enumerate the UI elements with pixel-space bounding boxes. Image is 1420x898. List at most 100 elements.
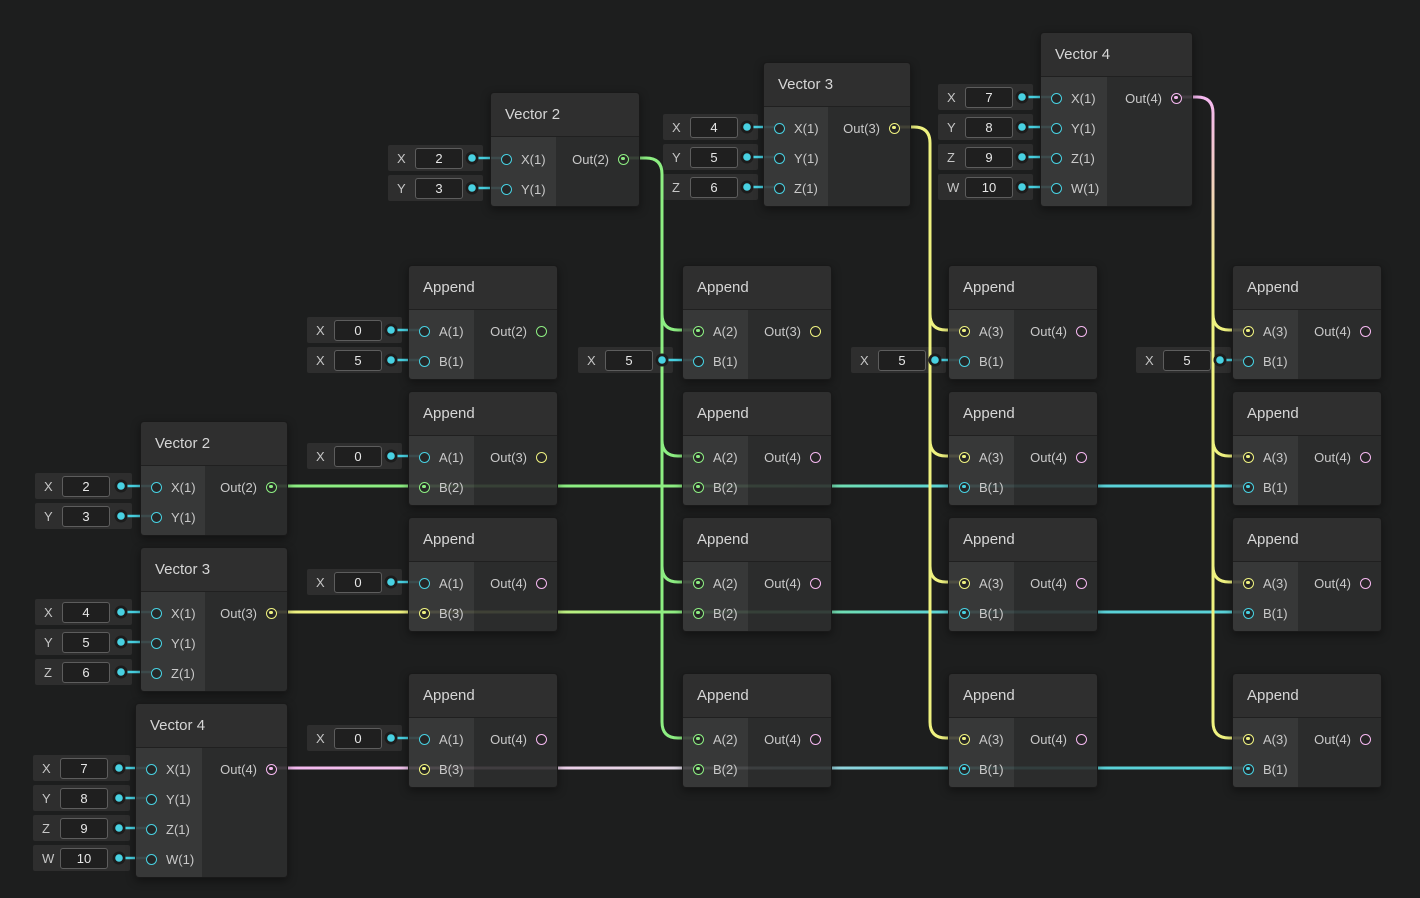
node-append-c3r2[interactable]: AppendA(3)B(1)Out(4) [948, 391, 1098, 506]
port-a3[interactable] [1243, 452, 1254, 463]
port-y1[interactable] [151, 512, 162, 523]
vector3-left-input-widget-z[interactable]: Z6 [35, 659, 132, 685]
port-out4[interactable] [1360, 734, 1371, 745]
vector3-top-input-widget-z[interactable]: Z6 [663, 174, 758, 200]
port-a1[interactable] [419, 578, 430, 589]
port-out4[interactable] [1360, 578, 1371, 589]
port-y1[interactable] [774, 153, 785, 164]
widget-value-field[interactable]: 3 [415, 178, 463, 199]
port-out3[interactable] [536, 452, 547, 463]
port-a3[interactable] [1243, 734, 1254, 745]
node-vector3-top[interactable]: Vector 3X(1)Y(1)Z(1)Out(3) [763, 62, 911, 207]
widget-value-field[interactable]: 10 [60, 848, 108, 869]
widget-value-field[interactable]: 5 [1163, 350, 1211, 371]
widget-value-field[interactable]: 0 [334, 728, 382, 749]
vector4-top-input-widget-x[interactable]: X7 [938, 84, 1033, 110]
node-append-c3r4[interactable]: AppendA(3)B(1)Out(4) [948, 673, 1098, 788]
port-out4[interactable] [1076, 326, 1087, 337]
port-z1[interactable] [151, 668, 162, 679]
port-w1[interactable] [1051, 183, 1062, 194]
widget-value-field[interactable]: 0 [334, 320, 382, 341]
append-c3r1-input-widget-x[interactable]: X5 [851, 347, 946, 373]
append-c2r1-input-widget-x[interactable]: X5 [578, 347, 673, 373]
port-out4[interactable] [1171, 93, 1182, 104]
node-append-c4r1[interactable]: AppendA(3)B(1)Out(4) [1232, 265, 1382, 380]
port-a3[interactable] [959, 326, 970, 337]
port-z1[interactable] [146, 824, 157, 835]
port-y1[interactable] [1051, 123, 1062, 134]
node-append-c2r1[interactable]: AppendA(2)B(1)Out(3) [682, 265, 832, 380]
vector3-top-input-widget-x[interactable]: X4 [663, 114, 758, 140]
port-out4[interactable] [536, 578, 547, 589]
append-c1r2-input-widget-x[interactable]: X0 [307, 443, 402, 469]
vector3-top-input-widget-y[interactable]: Y5 [663, 144, 758, 170]
widget-value-field[interactable]: 2 [62, 476, 110, 497]
node-graph-canvas[interactable]: X2Y3Vector 2X(1)Y(1)Out(2)X4Y5Z6Vector 3… [0, 0, 1420, 898]
port-x1[interactable] [151, 482, 162, 493]
node-append-c4r4[interactable]: AppendA(3)B(1)Out(4) [1232, 673, 1382, 788]
vector2-top-input-widget-y[interactable]: Y3 [388, 175, 483, 201]
node-vector4-top[interactable]: Vector 4X(1)Y(1)Z(1)W(1)Out(4) [1040, 32, 1193, 207]
append-c1r1-input-widget-x[interactable]: X5 [307, 347, 402, 373]
widget-value-field[interactable]: 2 [415, 148, 463, 169]
node-append-c3r1[interactable]: AppendA(3)B(1)Out(4) [948, 265, 1098, 380]
port-x1[interactable] [501, 154, 512, 165]
port-out2[interactable] [618, 154, 629, 165]
node-append-c1r1[interactable]: AppendA(1)B(1)Out(2) [408, 265, 558, 380]
append-c1r1-input-widget-x[interactable]: X0 [307, 317, 402, 343]
port-y1[interactable] [146, 794, 157, 805]
port-b1[interactable] [959, 356, 970, 367]
node-append-c2r2[interactable]: AppendA(2)B(2)Out(4) [682, 391, 832, 506]
widget-value-field[interactable]: 4 [62, 602, 110, 623]
port-out4[interactable] [1360, 452, 1371, 463]
port-w1[interactable] [146, 854, 157, 865]
node-append-c2r4[interactable]: AppendA(2)B(2)Out(4) [682, 673, 832, 788]
port-out4[interactable] [810, 734, 821, 745]
node-vector3-left[interactable]: Vector 3X(1)Y(1)Z(1)Out(3) [140, 547, 288, 692]
port-b1[interactable] [693, 356, 704, 367]
node-append-c1r4[interactable]: AppendA(1)B(3)Out(4) [408, 673, 558, 788]
port-a1[interactable] [419, 326, 430, 337]
port-a1[interactable] [419, 734, 430, 745]
port-a3[interactable] [959, 734, 970, 745]
widget-value-field[interactable]: 4 [690, 117, 738, 138]
port-a3[interactable] [959, 452, 970, 463]
port-b1[interactable] [959, 764, 970, 775]
widget-value-field[interactable]: 0 [334, 572, 382, 593]
port-out4[interactable] [1076, 578, 1087, 589]
vector3-left-input-widget-y[interactable]: Y5 [35, 629, 132, 655]
vector4-left-input-widget-x[interactable]: X7 [33, 755, 130, 781]
node-append-c1r3[interactable]: AppendA(1)B(3)Out(4) [408, 517, 558, 632]
port-b1[interactable] [959, 482, 970, 493]
widget-value-field[interactable]: 5 [605, 350, 653, 371]
port-z1[interactable] [774, 183, 785, 194]
port-out3[interactable] [266, 608, 277, 619]
port-out4[interactable] [1076, 452, 1087, 463]
append-c4r1-input-widget-x[interactable]: X5 [1136, 347, 1231, 373]
port-a3[interactable] [959, 578, 970, 589]
node-vector4-left[interactable]: Vector 4X(1)Y(1)Z(1)W(1)Out(4) [135, 703, 288, 878]
vector2-left-input-widget-x[interactable]: X2 [35, 473, 132, 499]
port-out4[interactable] [266, 764, 277, 775]
widget-value-field[interactable]: 7 [965, 87, 1013, 108]
node-append-c4r2[interactable]: AppendA(3)B(1)Out(4) [1232, 391, 1382, 506]
port-out4[interactable] [810, 452, 821, 463]
port-b1[interactable] [1243, 356, 1254, 367]
widget-value-field[interactable]: 5 [334, 350, 382, 371]
widget-value-field[interactable]: 6 [62, 662, 110, 683]
port-a3[interactable] [1243, 578, 1254, 589]
port-b1[interactable] [1243, 764, 1254, 775]
node-vector2-top[interactable]: Vector 2X(1)Y(1)Out(2) [490, 92, 640, 207]
port-x1[interactable] [1051, 93, 1062, 104]
port-a2[interactable] [693, 452, 704, 463]
widget-value-field[interactable]: 5 [62, 632, 110, 653]
port-out4[interactable] [536, 734, 547, 745]
port-y1[interactable] [151, 638, 162, 649]
port-out3[interactable] [889, 123, 900, 134]
port-out3[interactable] [810, 326, 821, 337]
port-out4[interactable] [1076, 734, 1087, 745]
vector4-top-input-widget-z[interactable]: Z9 [938, 144, 1033, 170]
widget-value-field[interactable]: 8 [965, 117, 1013, 138]
widget-value-field[interactable]: 9 [60, 818, 108, 839]
port-b2[interactable] [693, 482, 704, 493]
